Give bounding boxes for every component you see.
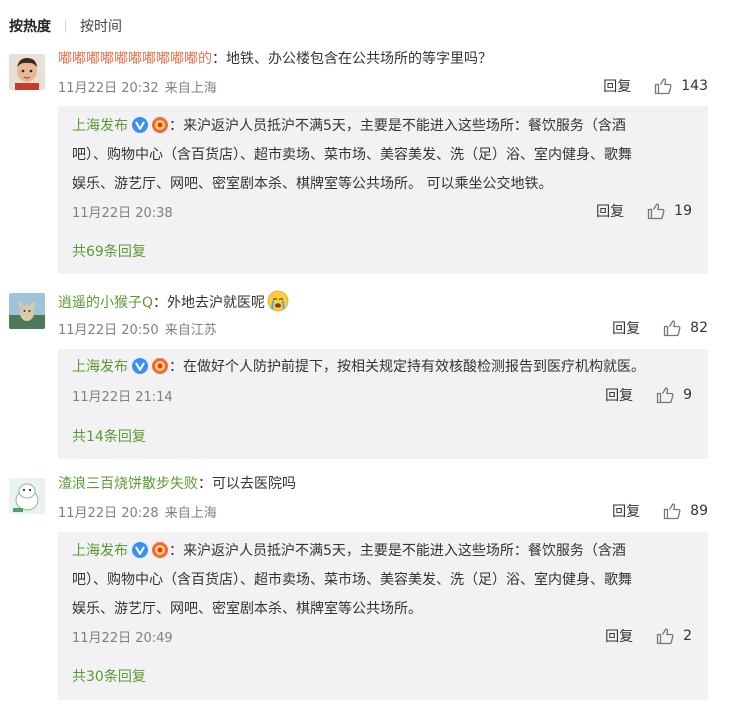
reply-box: 上海发布 ：来沪返沪人员抵沪不满5天，主要是不能进入这些场所：餐饮服务（含酒 吧）…: [58, 106, 708, 274]
reply-username[interactable]: 上海发布: [72, 359, 128, 375]
reply-button[interactable]: 回复: [605, 626, 633, 646]
comment-meta: 11月22日 20:32 来自上海 回复 143: [58, 76, 708, 96]
comment-time: 11月22日 20:32: [58, 80, 159, 96]
more-replies-link[interactable]: 共69条回复: [72, 241, 146, 261]
reply-time: 11月22日 20:49: [72, 630, 173, 646]
avatar[interactable]: [9, 293, 45, 329]
reply-text-line: 娱乐、游艺厅、网吧、密室剧本杀、棋牌室等公共场所。: [72, 601, 422, 617]
reply-button[interactable]: 回复: [612, 501, 640, 521]
reply-text-line: 来沪返沪人员抵沪不满5天，主要是不能进入这些场所：餐饮服务（含酒: [183, 543, 626, 559]
crying-emoji-icon: [267, 290, 289, 312]
comment-actions: 回复 89: [612, 501, 708, 521]
reply-content: 上海发布 ：来沪返沪人员抵沪不满5天，主要是不能进入这些场所：餐饮服务（含酒 吧）…: [72, 537, 694, 624]
thumbs-up-icon: [648, 203, 665, 220]
reply-text-line: 在做好个人防护前提下，按相关规定持有效核酸检测报告到医疗机构就医。: [183, 359, 645, 375]
thumbs-up-icon: [664, 320, 681, 337]
reply-box: 上海发布 ：在做好个人防护前提下，按相关规定持有效核酸检测报告到医疗机构就医。 1…: [58, 349, 708, 459]
thumbs-up-icon: [655, 78, 672, 95]
reply-actions: 回复 19: [596, 201, 692, 221]
comment-location: 来自上海: [164, 505, 217, 521]
comment-meta: 11月22日 20:50 来自江苏 回复 82: [58, 318, 708, 338]
reply-button[interactable]: 回复: [612, 318, 640, 338]
verified-v-icon: [132, 117, 148, 133]
comment-meta: 11月22日 20:28 来自上海 回复 89: [58, 501, 708, 521]
thumbs-up-icon: [656, 387, 674, 404]
reply-box: 上海发布 ：来沪返沪人员抵沪不满5天，主要是不能进入这些场所：餐饮服务（含酒 吧）…: [58, 532, 708, 700]
like-count: 9: [683, 387, 692, 403]
reply-content: 上海发布 ：在做好个人防护前提下，按相关规定持有效核酸检测报告到医疗机构就医。: [72, 358, 645, 375]
comment-username[interactable]: 嘟嘟嘟嘟嘟嘟嘟嘟嘟嘟的: [58, 51, 212, 67]
comment-time: 11月22日 20:28: [58, 505, 159, 521]
verified-v-icon: [132, 542, 148, 558]
reply-username[interactable]: 上海发布: [72, 543, 128, 559]
badge-icon: [152, 358, 168, 374]
comment-actions: 回复 82: [612, 318, 708, 338]
like-button[interactable]: 82: [662, 318, 708, 338]
comment-location: 来自上海: [164, 80, 217, 96]
colon-separator: ：: [212, 51, 226, 67]
reply-meta: 11月22日 21:14 回复 9: [72, 385, 692, 405]
comment-username[interactable]: 渣浪三百烧饼散步失败: [58, 476, 198, 492]
more-replies-link[interactable]: 共14条回复: [72, 426, 146, 446]
reply-text-line: 来沪返沪人员抵沪不满5天，主要是不能进入这些场所：餐饮服务（含酒: [183, 118, 626, 134]
reply-button[interactable]: 回复: [596, 201, 624, 221]
tab-divider: [65, 19, 66, 33]
like-count: 2: [683, 628, 692, 644]
like-count: 82: [690, 320, 708, 336]
like-count: 143: [681, 78, 708, 94]
reply-username[interactable]: 上海发布: [72, 118, 128, 134]
comment-body: 逍遥的小猴子Q：外地去沪就医呢: [58, 290, 710, 313]
reply-actions: 回复 2: [605, 626, 692, 646]
badge-icon: [152, 117, 168, 133]
reply-content: 上海发布 ：来沪返沪人员抵沪不满5天，主要是不能进入这些场所：餐饮服务（含酒 吧）…: [72, 112, 694, 199]
comment-text: 可以去医院吗: [212, 476, 296, 492]
reply-meta: 11月22日 20:49 回复 2: [72, 626, 692, 646]
like-count: 19: [674, 203, 692, 219]
tab-sort-by-hot[interactable]: 按热度: [9, 16, 51, 36]
reply-time: 11月22日 21:14: [72, 389, 173, 405]
reply-actions: 回复 9: [605, 385, 692, 405]
badge-icon: [152, 542, 168, 558]
reply-button[interactable]: 回复: [603, 76, 631, 96]
comment-actions: 回复 143: [603, 76, 708, 96]
like-count: 89: [690, 503, 708, 519]
sort-tabs: 按热度 按时间: [9, 16, 122, 36]
tab-sort-by-time[interactable]: 按时间: [80, 16, 122, 36]
verified-v-icon: [132, 358, 148, 374]
like-button[interactable]: 143: [653, 76, 708, 96]
reply-button[interactable]: 回复: [605, 385, 633, 405]
comment-body: 嘟嘟嘟嘟嘟嘟嘟嘟嘟嘟的：地铁、办公楼包含在公共场所的等字里吗？: [58, 49, 710, 69]
comment-text: 外地去沪就医呢: [167, 295, 266, 311]
comment-text: 地铁、办公楼包含在公共场所的等字里吗？: [226, 51, 492, 67]
reply-meta: 11月22日 20:38 回复 19: [72, 201, 692, 221]
reply-time: 11月22日 20:38: [72, 205, 173, 221]
reply-text-line: 吧）、购物中心（含百货店）、超市卖场、菜市场、美容美发、洗（足）浴、室内健身、歌…: [72, 572, 632, 588]
thumbs-up-icon: [656, 628, 674, 645]
comment-time: 11月22日 20:50: [58, 322, 159, 338]
avatar[interactable]: [9, 478, 45, 514]
avatar[interactable]: [9, 54, 45, 90]
like-button[interactable]: 89: [662, 501, 708, 521]
like-button[interactable]: 9: [655, 385, 692, 405]
reply-text-line: 娱乐、游艺厅、网吧、密室剧本杀、棋牌室等公共场所。 可以乘坐公交地铁。: [72, 176, 553, 192]
more-replies-link[interactable]: 共30条回复: [72, 666, 146, 686]
reply-text-line: 吧）、购物中心（含百货店）、超市卖场、菜市场、美容美发、洗（足）浴、室内健身、歌…: [72, 147, 632, 163]
comment-username[interactable]: 逍遥的小猴子Q: [58, 295, 153, 311]
like-button[interactable]: 19: [646, 201, 692, 221]
comment-body: 渣浪三百烧饼散步失败：可以去医院吗: [58, 476, 296, 492]
comment-location: 来自江苏: [164, 322, 217, 338]
thumbs-up-icon: [664, 503, 681, 520]
like-button[interactable]: 2: [655, 626, 692, 646]
